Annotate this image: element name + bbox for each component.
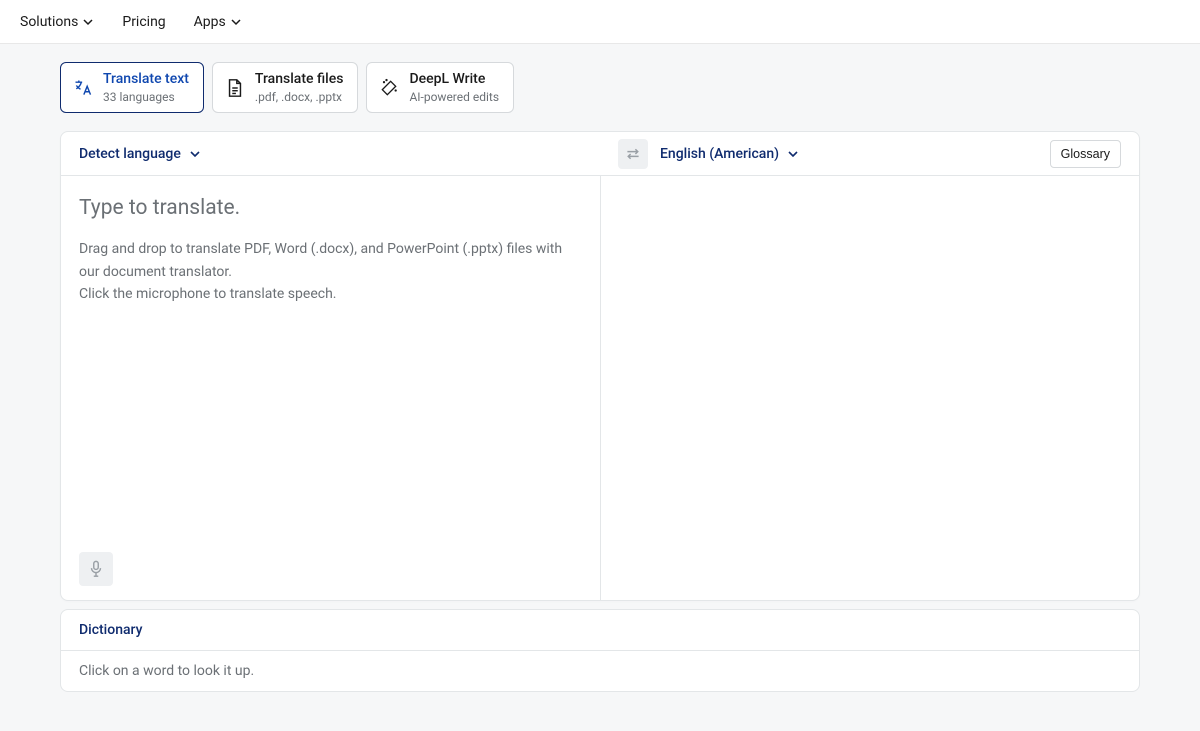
chevron-down-icon bbox=[82, 16, 94, 28]
mode-tabs: Translate text 33 languages Translate fi… bbox=[60, 62, 1140, 113]
tab-translate-text-sub: 33 languages bbox=[103, 90, 189, 104]
dictionary-hint: Click on a word to look it up. bbox=[61, 651, 1139, 691]
tab-translate-files-label: Translate files bbox=[255, 71, 344, 88]
top-nav: Solutions Pricing Apps bbox=[0, 0, 1200, 44]
target-language-select[interactable]: English (American) bbox=[660, 146, 799, 162]
workspace: Translate text 33 languages Translate fi… bbox=[0, 44, 1200, 731]
translation-panes: Type to translate. Drag and drop to tran… bbox=[61, 176, 1139, 600]
target-pane bbox=[601, 176, 1140, 600]
magic-wand-icon bbox=[379, 78, 399, 98]
chevron-down-icon bbox=[230, 16, 242, 28]
swap-languages-button[interactable] bbox=[618, 139, 648, 169]
nav-solutions-label: Solutions bbox=[20, 14, 78, 30]
translate-icon bbox=[73, 78, 93, 98]
nav-pricing[interactable]: Pricing bbox=[122, 14, 165, 30]
target-lang-area: English (American) Glossary bbox=[600, 132, 1139, 175]
source-hint-1: Drag and drop to translate PDF, Word (.d… bbox=[79, 238, 582, 283]
tab-deepl-write-label: DeepL Write bbox=[409, 71, 499, 88]
chevron-down-icon bbox=[787, 148, 799, 160]
dictionary-header[interactable]: Dictionary bbox=[61, 610, 1139, 651]
dictionary-card: Dictionary Click on a word to look it up… bbox=[60, 609, 1140, 692]
tab-deepl-write[interactable]: DeepL Write AI-powered edits bbox=[366, 62, 514, 113]
nav-pricing-label: Pricing bbox=[122, 14, 165, 30]
tab-deepl-write-sub: AI-powered edits bbox=[409, 90, 499, 104]
source-pane-footer bbox=[79, 552, 582, 586]
tab-translate-text[interactable]: Translate text 33 languages bbox=[60, 62, 204, 113]
source-language-label: Detect language bbox=[79, 146, 181, 162]
source-pane[interactable]: Type to translate. Drag and drop to tran… bbox=[61, 176, 601, 600]
source-language-select[interactable]: Detect language bbox=[79, 146, 201, 162]
swap-icon bbox=[625, 147, 641, 161]
glossary-button[interactable]: Glossary bbox=[1050, 140, 1121, 168]
source-hint-2: Click the microphone to translate speech… bbox=[79, 283, 582, 305]
nav-apps[interactable]: Apps bbox=[194, 14, 242, 30]
tab-translate-text-label: Translate text bbox=[103, 71, 189, 88]
source-lang-area: Detect language bbox=[61, 132, 600, 175]
nav-solutions[interactable]: Solutions bbox=[20, 14, 94, 30]
target-language-label: English (American) bbox=[660, 146, 779, 162]
source-placeholder: Type to translate. bbox=[79, 196, 582, 220]
chevron-down-icon bbox=[189, 148, 201, 160]
microphone-button[interactable] bbox=[79, 552, 113, 586]
nav-apps-label: Apps bbox=[194, 14, 226, 30]
translator-card: Detect language English (American) Gloss… bbox=[60, 131, 1140, 601]
language-bar: Detect language English (American) Gloss… bbox=[61, 132, 1139, 176]
tab-translate-files[interactable]: Translate files .pdf, .docx, .pptx bbox=[212, 62, 359, 113]
tab-translate-files-sub: .pdf, .docx, .pptx bbox=[255, 90, 344, 104]
file-icon bbox=[225, 78, 245, 98]
microphone-icon bbox=[89, 560, 103, 578]
